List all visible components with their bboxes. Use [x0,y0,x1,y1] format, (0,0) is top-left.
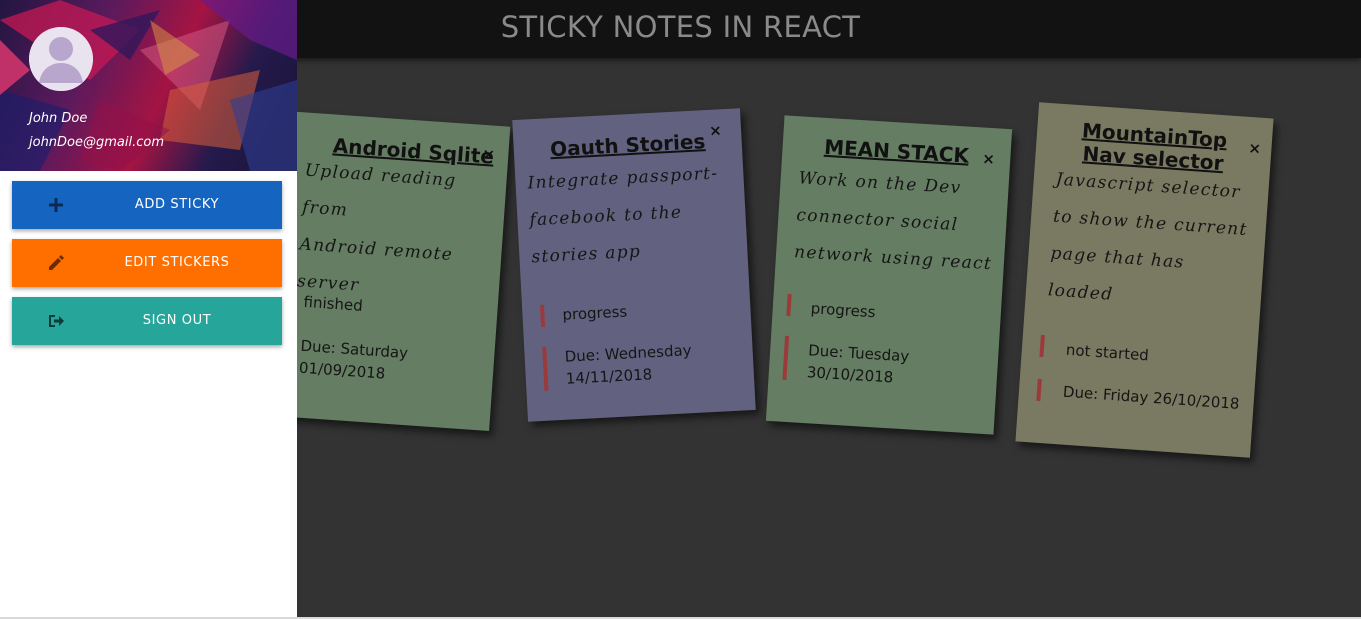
close-icon[interactable]: × [482,145,496,164]
add-sticky-label: ADD STICKY [134,197,220,212]
due-line: Due: Friday 26/10/2018 [1062,382,1241,413]
close-icon[interactable]: × [982,149,996,168]
sticky-note[interactable]: MEAN STACK × Work on the Dev connector s… [765,115,1013,435]
note-body: Work on the Dev connector social network… [793,160,1009,284]
edit-stickers-label: EDIT STICKERS [124,255,230,270]
sign-out-button[interactable]: SIGN OUT [12,297,282,345]
note-due: Due: Wednesday 14/11/2018 [564,339,693,390]
sign-out-label: SIGN OUT [142,313,212,328]
add-sticky-button[interactable]: ADD STICKY [12,181,282,229]
note-status: progress [810,299,877,322]
note-status: finished [303,292,364,315]
status-marker [786,293,792,317]
note-body: Integrate passport- facebook to the stor… [527,154,748,276]
note-status: not started [1065,340,1150,365]
edit-stickers-button[interactable]: EDIT STICKERS [12,239,282,287]
pencil-icon [49,255,64,270]
note-body-line: Upload reading from [301,160,458,221]
user-silhouette-icon [29,27,93,91]
sticky-note[interactable]: Oauth Stories × Integrate passport- face… [512,108,756,422]
close-icon[interactable]: × [1248,139,1262,158]
sign-out-icon [49,315,64,327]
status-marker [1039,334,1045,358]
note-body: Javascript selector to show the current … [1047,162,1269,324]
status-marker [539,304,546,327]
note-due: Due: Saturday 01/09/2018 [298,335,409,386]
user-name: John Doe [29,111,88,126]
sidebar: John Doe johnDoe@gmail.com ADD STICKY ED… [0,0,297,617]
due-marker [1036,378,1042,402]
note-status: progress [562,302,628,324]
plus-icon [49,198,63,212]
note-body: Upload reading from Android remote serve… [296,153,506,315]
sidebar-profile-header: John Doe johnDoe@gmail.com [0,0,297,171]
note-due: Due: Friday 26/10/2018 [1062,381,1240,415]
sticky-note[interactable]: MountainTop Nav selector × Javascript se… [1015,102,1274,458]
close-icon[interactable]: × [709,121,723,140]
user-email: johnDoe@gmail.com [29,135,165,150]
due-marker [542,346,549,391]
note-due: Due: Tuesday 30/10/2018 [806,339,910,389]
due-marker [782,335,790,380]
avatar[interactable] [29,27,93,91]
